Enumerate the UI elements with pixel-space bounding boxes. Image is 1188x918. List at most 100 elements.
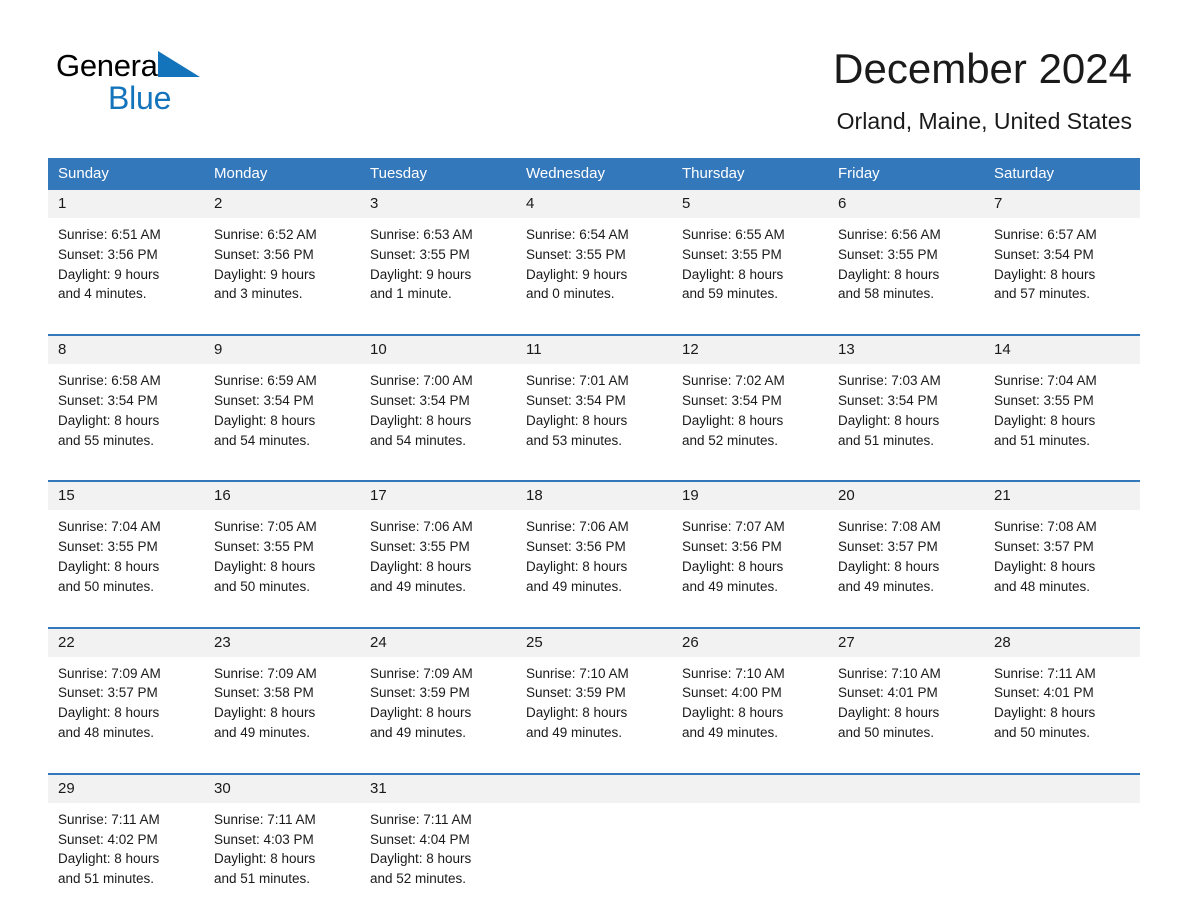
daylight-duration-line2: and 48 minutes.	[58, 724, 155, 740]
day-cell[interactable]: 24 Sunrise: 7:09 AM Sunset: 3:59 PM Dayligh…	[360, 628, 516, 759]
daylight-duration-line2: and 49 minutes.	[370, 724, 467, 740]
day-details: Sunrise: 7:07 AM Sunset: 3:56 PM Daylight:…	[672, 510, 828, 612]
sunrise-time: Sunrise: 7:04 AM	[58, 519, 161, 535]
sunset-time: Sunset: 4:01 PM	[838, 685, 938, 701]
logo-line-one: General	[56, 48, 256, 84]
day-number: 14	[984, 336, 1140, 365]
day-cell[interactable]: 23 Sunrise: 7:09 AM Sunset: 3:58 PM Dayligh…	[204, 628, 360, 759]
day-number: 26	[672, 628, 828, 657]
day-number: 25	[516, 628, 672, 657]
day-cell[interactable]: 7 Sunrise: 6:57 AM Sunset: 3:54 PM Daylight…	[984, 190, 1140, 321]
day-cell[interactable]: 15 Sunrise: 7:04 AM Sunset: 3:55 PM Dayligh…	[48, 482, 204, 613]
daylight-duration-line1: Daylight: 8 hours	[682, 705, 784, 721]
daylight-duration-line2: and 55 minutes.	[58, 432, 155, 448]
day-cell[interactable]: 17 Sunrise: 7:06 AM Sunset: 3:55 PM Dayligh…	[360, 482, 516, 613]
day-cell[interactable]: 30 Sunrise: 7:11 AM Sunset: 4:03 PM Dayligh…	[204, 774, 360, 905]
daylight-duration-line1: Daylight: 8 hours	[994, 705, 1096, 721]
day-cell[interactable]: 14 Sunrise: 7:04 AM Sunset: 3:55 PM Dayligh…	[984, 336, 1140, 467]
day-cell[interactable]: 3 Sunrise: 6:53 AM Sunset: 3:55 PM Daylight…	[360, 190, 516, 321]
day-cell[interactable]: 27 Sunrise: 7:10 AM Sunset: 4:01 PM Dayligh…	[828, 628, 984, 759]
sunrise-time: Sunrise: 7:09 AM	[58, 665, 161, 681]
day-cell[interactable]: 13 Sunrise: 7:03 AM Sunset: 3:54 PM Dayligh…	[828, 336, 984, 467]
sunrise-time: Sunrise: 6:55 AM	[682, 227, 785, 242]
day-cell-empty	[828, 774, 984, 905]
daylight-duration-line1: Daylight: 8 hours	[58, 851, 160, 867]
day-details: Sunrise: 6:56 AM Sunset: 3:55 PM Daylight:…	[828, 218, 984, 320]
day-number: 31	[360, 774, 516, 803]
daylight-duration-line2: and 51 minutes.	[58, 871, 155, 887]
day-cell[interactable]: 29 Sunrise: 7:11 AM Sunset: 4:02 PM Dayligh…	[48, 774, 204, 905]
day-details: Sunrise: 7:06 AM Sunset: 3:55 PM Daylight:…	[360, 510, 516, 612]
day-number	[984, 774, 1140, 803]
sunrise-time: Sunrise: 7:09 AM	[370, 665, 473, 681]
daylight-duration-line2: and 49 minutes.	[214, 724, 311, 740]
day-cell[interactable]: 18 Sunrise: 7:06 AM Sunset: 3:56 PM Dayligh…	[516, 482, 672, 613]
day-number: 2	[204, 190, 360, 218]
page-header: General Blue December 2024 Orland, Maine…	[0, 0, 1188, 134]
day-details: Sunrise: 6:51 AM Sunset: 3:56 PM Daylight:…	[48, 218, 204, 320]
day-cell[interactable]: 12 Sunrise: 7:02 AM Sunset: 3:54 PM Dayligh…	[672, 336, 828, 467]
calendar-page: General Blue December 2024 Orland, Maine…	[0, 0, 1188, 918]
sunset-time: Sunset: 3:55 PM	[370, 246, 470, 262]
day-cell[interactable]: 21 Sunrise: 7:08 AM Sunset: 3:57 PM Dayligh…	[984, 482, 1140, 613]
daylight-duration-line2: and 49 minutes.	[682, 578, 779, 594]
day-cell[interactable]: 16 Sunrise: 7:05 AM Sunset: 3:55 PM Dayligh…	[204, 482, 360, 613]
sunset-time: Sunset: 3:58 PM	[214, 685, 314, 701]
day-cell[interactable]: 4 Sunrise: 6:54 AM Sunset: 3:55 PM Daylight…	[516, 190, 672, 321]
day-details	[672, 803, 828, 897]
sunset-time: Sunset: 4:04 PM	[370, 831, 470, 847]
daylight-duration-line1: Daylight: 8 hours	[838, 558, 940, 574]
day-cell[interactable]: 1 Sunrise: 6:51 AM Sunset: 3:56 PM Daylight…	[48, 190, 204, 321]
weekday-header-friday: Friday	[838, 165, 880, 182]
day-details: Sunrise: 7:10 AM Sunset: 4:01 PM Daylight:…	[828, 657, 984, 759]
day-cell[interactable]: 6 Sunrise: 6:56 AM Sunset: 3:55 PM Daylight…	[828, 190, 984, 321]
day-number: 6	[828, 190, 984, 218]
day-number: 12	[672, 336, 828, 365]
day-cell[interactable]: 22 Sunrise: 7:09 AM Sunset: 3:57 PM Dayligh…	[48, 628, 204, 759]
week-row: 8 Sunrise: 6:58 AM Sunset: 3:54 PM Daylight…	[48, 334, 1140, 467]
daylight-duration-line1: Daylight: 8 hours	[682, 266, 784, 282]
daylight-duration-line2: and 1 minute.	[370, 286, 452, 302]
day-cell[interactable]: 26 Sunrise: 7:10 AM Sunset: 4:00 PM Dayligh…	[672, 628, 828, 759]
daylight-duration-line1: Daylight: 8 hours	[526, 558, 628, 574]
day-details	[828, 803, 984, 897]
day-cell[interactable]: 10 Sunrise: 7:00 AM Sunset: 3:54 PM Dayligh…	[360, 336, 516, 467]
sunrise-time: Sunrise: 7:00 AM	[370, 373, 473, 389]
day-cell[interactable]: 31 Sunrise: 7:11 AM Sunset: 4:04 PM Dayligh…	[360, 774, 516, 905]
day-details: Sunrise: 7:09 AM Sunset: 3:59 PM Daylight:…	[360, 657, 516, 759]
sunrise-time: Sunrise: 7:11 AM	[214, 811, 316, 827]
daylight-duration-line2: and 58 minutes.	[838, 286, 935, 302]
day-cell[interactable]: 20 Sunrise: 7:08 AM Sunset: 3:57 PM Dayligh…	[828, 482, 984, 613]
day-cell[interactable]: 8 Sunrise: 6:58 AM Sunset: 3:54 PM Daylight…	[48, 336, 204, 467]
day-details: Sunrise: 7:11 AM Sunset: 4:03 PM Daylight:…	[204, 803, 360, 905]
day-number: 4	[516, 190, 672, 218]
day-cell[interactable]: 25 Sunrise: 7:10 AM Sunset: 3:59 PM Dayligh…	[516, 628, 672, 759]
day-number: 29	[48, 774, 204, 803]
day-cell[interactable]: 19 Sunrise: 7:07 AM Sunset: 3:56 PM Dayligh…	[672, 482, 828, 613]
daylight-duration-line1: Daylight: 8 hours	[526, 412, 628, 428]
day-cell[interactable]: 11 Sunrise: 7:01 AM Sunset: 3:54 PM Dayligh…	[516, 336, 672, 467]
weekday-header-thursday: Thursday	[682, 165, 745, 182]
day-cell[interactable]: 28 Sunrise: 7:11 AM Sunset: 4:01 PM Dayligh…	[984, 628, 1140, 759]
day-details	[516, 803, 672, 897]
sunrise-time: Sunrise: 6:51 AM	[58, 227, 161, 242]
day-number: 17	[360, 482, 516, 511]
sunrise-time: Sunrise: 6:58 AM	[58, 373, 161, 389]
day-number: 19	[672, 482, 828, 511]
sunset-time: Sunset: 4:03 PM	[214, 831, 314, 847]
sunrise-time: Sunrise: 7:10 AM	[838, 665, 941, 681]
general-blue-logo[interactable]: General Blue	[56, 48, 256, 118]
day-number: 30	[204, 774, 360, 803]
sunrise-time: Sunrise: 6:59 AM	[214, 373, 317, 389]
day-cell[interactable]: 5 Sunrise: 6:55 AM Sunset: 3:55 PM Daylight…	[672, 190, 828, 321]
week-row-spacer	[48, 466, 1140, 481]
day-cell[interactable]: 9 Sunrise: 6:59 AM Sunset: 3:54 PM Daylight…	[204, 336, 360, 467]
day-number: 24	[360, 628, 516, 657]
sunrise-time: Sunrise: 6:57 AM	[994, 227, 1097, 242]
sunrise-time: Sunrise: 7:10 AM	[526, 665, 629, 681]
day-details: Sunrise: 6:58 AM Sunset: 3:54 PM Daylight:…	[48, 364, 204, 466]
day-details: Sunrise: 7:04 AM Sunset: 3:55 PM Daylight:…	[48, 510, 204, 612]
day-cell[interactable]: 2 Sunrise: 6:52 AM Sunset: 3:56 PM Daylight…	[204, 190, 360, 321]
sunrise-time: Sunrise: 7:04 AM	[994, 373, 1097, 389]
sunrise-time: Sunrise: 7:11 AM	[370, 811, 472, 827]
